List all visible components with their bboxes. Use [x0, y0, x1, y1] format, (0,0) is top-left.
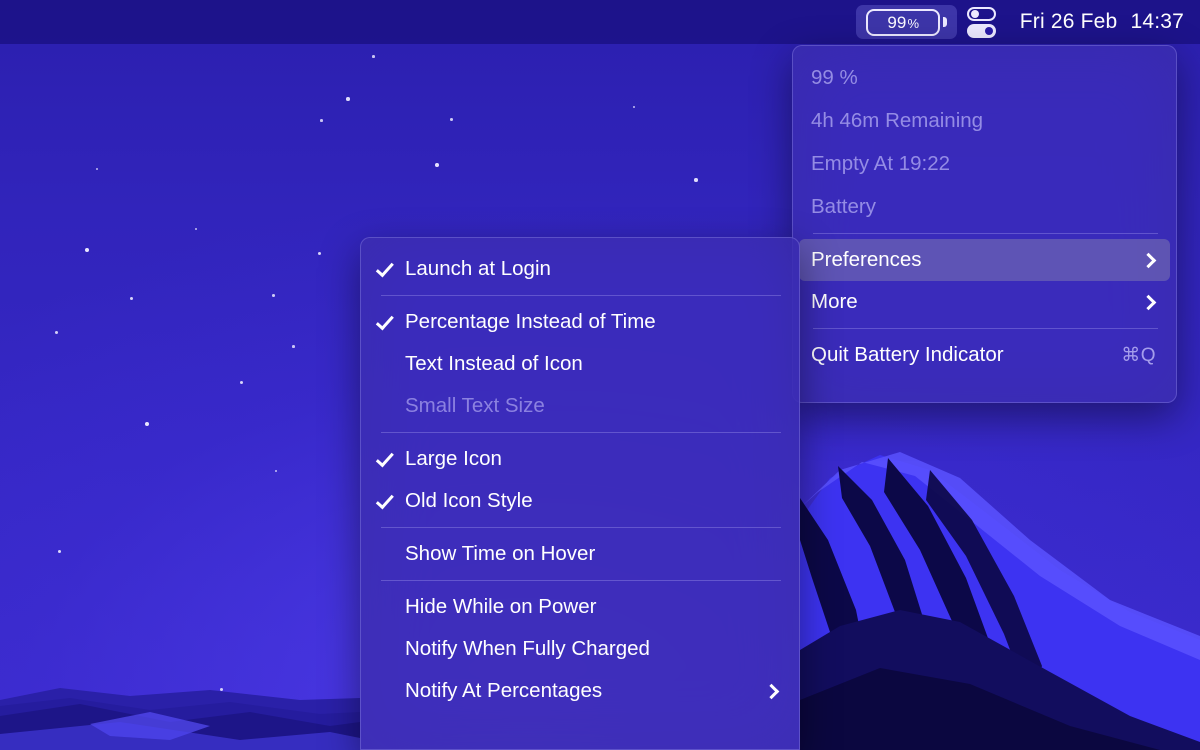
- menu-item-label: Launch at Login: [405, 257, 551, 280]
- menu-item-label: Show Time on Hover: [405, 542, 596, 565]
- toggle-knob-top: [971, 9, 980, 18]
- clock-date: Fri 26 Feb: [1019, 10, 1118, 33]
- menu-item-label: Hide While on Power: [405, 595, 597, 618]
- menu-item-label: Battery: [811, 194, 876, 218]
- battery-dropdown-menu: 99 % 4h 46m Remaining Empty At 19:22 Batter…: [792, 45, 1177, 403]
- menu-item-more[interactable]: More: [799, 281, 1170, 323]
- menu-item-label: Percentage Instead of Time: [405, 310, 656, 333]
- menu-separator: [381, 580, 781, 581]
- checkmark-icon: [375, 448, 405, 468]
- toggle-knob-bottom: [985, 26, 994, 35]
- chevron-right-icon: [1140, 294, 1157, 310]
- chevron-right-icon: [763, 683, 780, 699]
- menu-separator: [381, 295, 781, 296]
- check-glyph: [375, 258, 394, 277]
- menu-item-shortcut: ⌘Q: [1121, 344, 1156, 366]
- clock-time: 14:37: [1130, 10, 1184, 33]
- toggle-pill-bottom: [966, 23, 996, 38]
- check-glyph: [375, 448, 394, 467]
- menu-item-show-time-on-hover[interactable]: Show Time on Hover: [367, 533, 793, 575]
- menu-item-label: More: [811, 290, 858, 313]
- menu-item-notify-at-percentages[interactable]: Notify At Percentages: [367, 670, 793, 712]
- chevron-right-icon: [1140, 252, 1157, 268]
- menu-bar-status-items: 99% Fri 26 Feb 14:37: [856, 0, 1184, 44]
- menu-item-label: Notify At Percentages: [405, 679, 603, 702]
- battery-icon: 99%: [866, 8, 947, 36]
- check-glyph: [375, 311, 394, 330]
- battery-action-list: Preferences More: [793, 239, 1176, 323]
- menu-item-label: 99 %: [811, 65, 858, 89]
- menu-bar-clock[interactable]: Fri 26 Feb 14:37: [1020, 10, 1184, 34]
- menu-item-label: Large Icon: [405, 447, 502, 470]
- menu-item-label: Small Text Size: [405, 394, 545, 417]
- battery-nub: [942, 17, 947, 27]
- menu-item-label: Quit Battery Indicator: [811, 343, 1004, 366]
- control-center-icon: [966, 6, 996, 38]
- menu-item-hide-while-on-power[interactable]: Hide While on Power: [367, 586, 793, 628]
- menu-item-quit-battery-indicator[interactable]: Quit Battery Indicator ⌘Q: [799, 334, 1170, 376]
- checkmark-icon: [375, 258, 405, 278]
- menu-item-label: Preferences: [811, 248, 922, 271]
- menu-item-preferences[interactable]: Preferences: [799, 239, 1170, 281]
- menu-item-notify-when-fully-charged[interactable]: Notify When Fully Charged: [367, 628, 793, 670]
- battery-status-item[interactable]: 99%: [856, 5, 957, 39]
- battery-info-row: Empty At 19:22: [799, 142, 1170, 185]
- menu-item-label: 4h 46m Remaining: [811, 108, 984, 132]
- battery-body: 99%: [866, 8, 941, 36]
- percent-symbol: %: [907, 15, 920, 31]
- battery-info-row: 99 %: [799, 56, 1170, 99]
- menu-item-small-text-size: Small Text Size: [367, 385, 793, 427]
- menu-item-label: Text Instead of Icon: [405, 352, 583, 375]
- checkmark-icon: [375, 311, 405, 331]
- menu-item-label: Old Icon Style: [405, 489, 533, 512]
- menu-bar: 99% Fri 26 Feb 14:37: [0, 0, 1200, 44]
- menu-separator: [381, 432, 781, 433]
- menu-item-launch-at-login[interactable]: Launch at Login: [367, 248, 793, 290]
- menu-item-old-icon-style[interactable]: Old Icon Style: [367, 480, 793, 522]
- check-glyph: [375, 490, 394, 509]
- menu-item-text-instead-of-icon[interactable]: Text Instead of Icon: [367, 343, 793, 385]
- menu-separator: [813, 328, 1158, 329]
- control-center-status-item[interactable]: [957, 5, 1006, 39]
- menu-separator: [381, 527, 781, 528]
- battery-info-row: Battery: [799, 185, 1170, 228]
- menu-separator: [813, 233, 1158, 234]
- battery-info-row: 4h 46m Remaining: [799, 99, 1170, 142]
- menu-item-label: Notify When Fully Charged: [405, 637, 650, 660]
- quit-row-container: Quit Battery Indicator ⌘Q: [793, 334, 1176, 376]
- battery-info-list: 99 % 4h 46m Remaining Empty At 19:22 Batter…: [793, 56, 1176, 228]
- menu-item-label: Empty At 19:22: [811, 151, 951, 175]
- menu-item-large-icon[interactable]: Large Icon: [367, 438, 793, 480]
- menu-item-percentage-instead-of-time[interactable]: Percentage Instead of Time: [367, 301, 793, 343]
- preferences-submenu: Launch at Login Percentage Instead of Tim…: [360, 237, 800, 750]
- checkmark-icon: [375, 490, 405, 510]
- battery-percent-label: 99%: [887, 12, 920, 32]
- toggle-pill-top: [966, 6, 996, 21]
- preferences-group-list: Launch at Login Percentage Instead of Tim…: [361, 248, 799, 712]
